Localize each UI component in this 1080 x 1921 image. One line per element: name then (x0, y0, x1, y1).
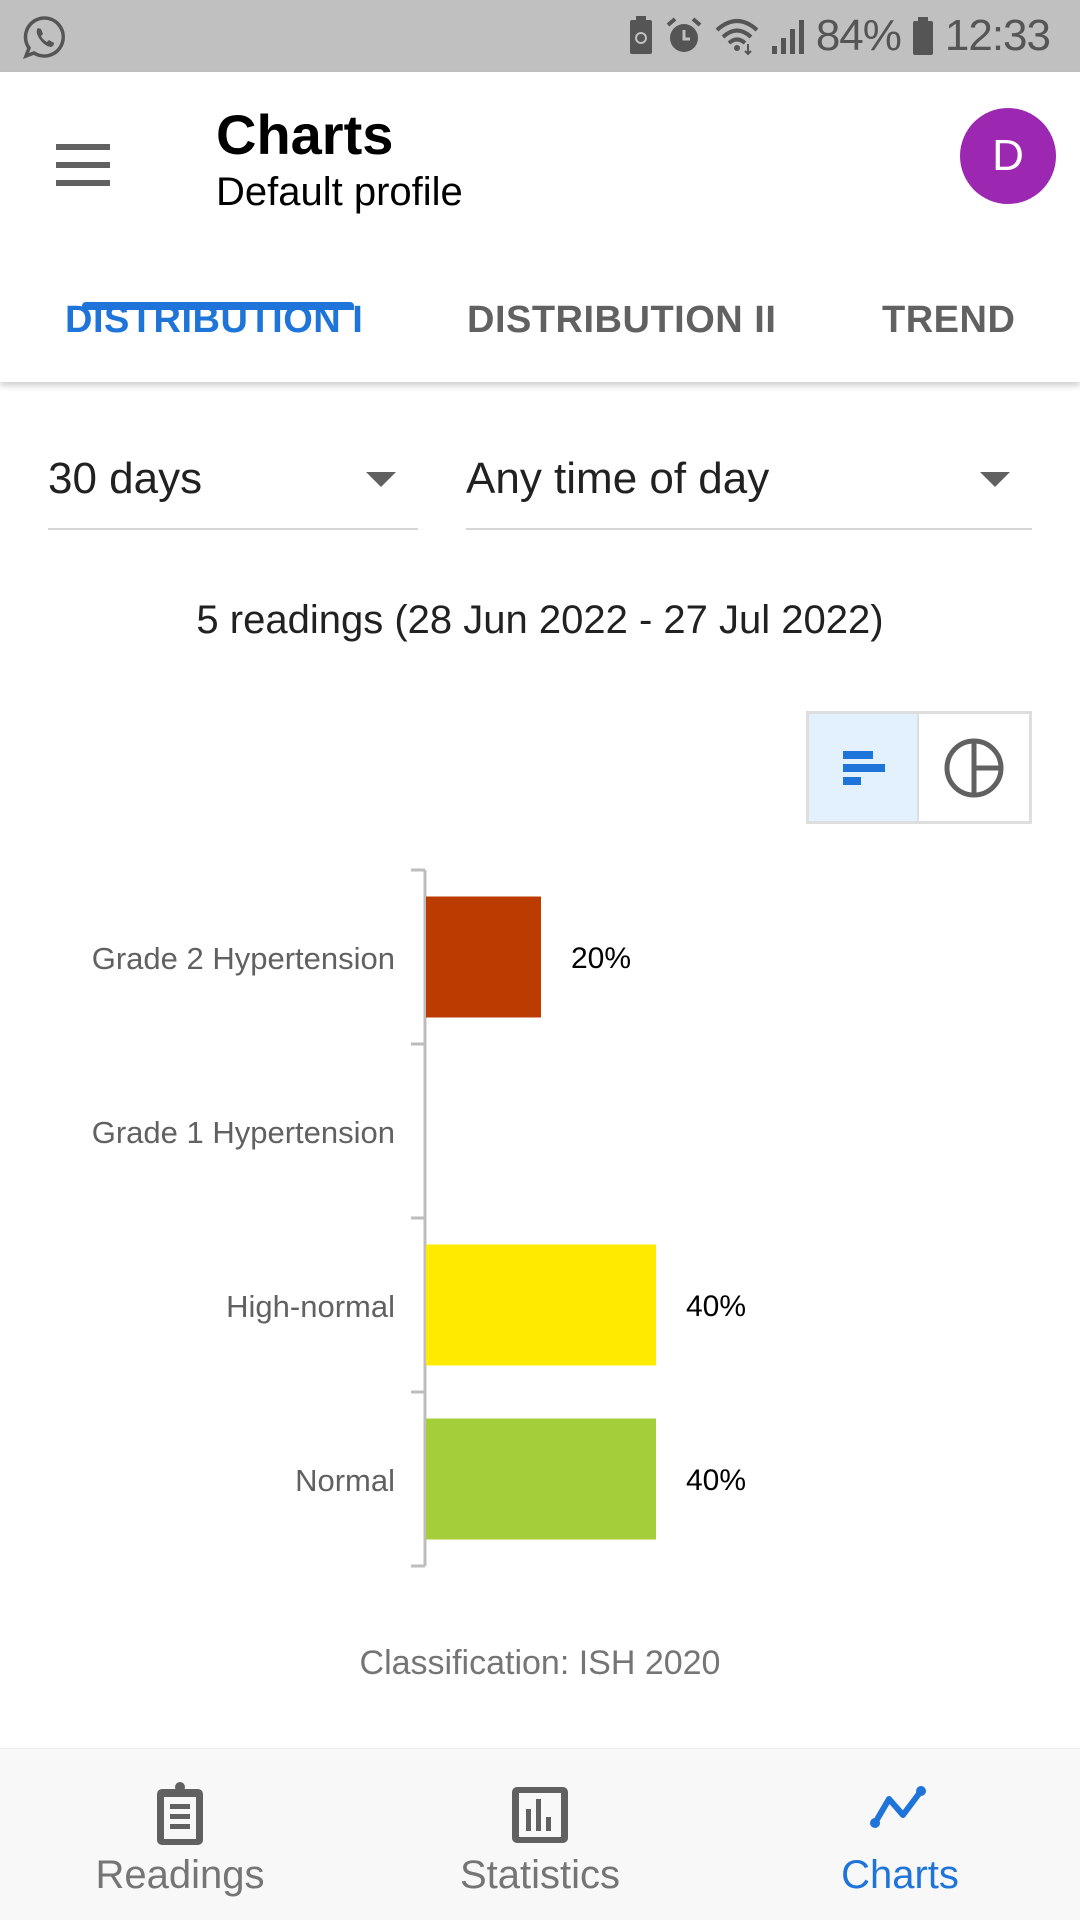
nav-charts-label: Charts (841, 1853, 959, 1897)
battery-percent: 84% (815, 11, 902, 60)
alarm-icon (666, 17, 702, 52)
chart-view-toggle (806, 711, 1032, 824)
dropdown-arrow-icon (980, 472, 1010, 487)
nav-statistics[interactable]: Statistics (360, 1749, 720, 1921)
bottom-navigation: Readings Statistics Charts (0, 1748, 1080, 1920)
bar-view-button[interactable] (809, 714, 919, 821)
time-of-day-select[interactable]: Any time of day (466, 440, 1032, 530)
tab-trend[interactable]: TREND (882, 207, 1015, 341)
signal-icon (771, 20, 804, 54)
battery-icon (912, 17, 933, 55)
category-label: High-normal (226, 1289, 395, 1324)
value-label: 20% (571, 942, 631, 975)
bar (426, 896, 541, 1018)
bar-chart-icon (512, 1787, 568, 1843)
nav-readings-label: Readings (95, 1853, 265, 1897)
active-tab-indicator (82, 302, 354, 310)
value-label: 40% (686, 1290, 746, 1323)
value-label: 40% (686, 1464, 746, 1497)
period-value: 30 days (48, 454, 203, 503)
nav-readings[interactable]: Readings (0, 1749, 360, 1921)
time-of-day-value: Any time of day (466, 454, 770, 503)
avatar[interactable]: D (960, 108, 1056, 204)
tab-distribution-2[interactable]: DISTRIBUTION II (467, 207, 776, 341)
line-chart-icon (870, 1786, 926, 1828)
readings-summary: 5 readings (28 Jun 2022 - 27 Jul 2022) (196, 598, 884, 642)
clipboard-icon (157, 1782, 203, 1845)
bar (426, 1418, 656, 1540)
category-label: Normal (295, 1463, 395, 1498)
category-label: Grade 1 Hypertension (92, 1115, 395, 1150)
wifi-icon (715, 19, 759, 56)
tab-bar: DISTRIBUTION I DISTRIBUTION II TREND (0, 267, 1080, 382)
distribution-bar-chart: Grade 2 Hypertension 20% Grade 1 Hypertens… (92, 868, 746, 1568)
status-bar: 84% 12:33 (0, 0, 1080, 72)
period-select[interactable]: 30 days (48, 440, 418, 530)
pie-chart-icon (944, 738, 1004, 798)
page-title: Charts (216, 103, 394, 166)
whatsapp-icon (23, 16, 65, 59)
battery-saver-icon (629, 16, 652, 54)
menu-button[interactable] (48, 132, 118, 192)
nav-statistics-label: Statistics (459, 1853, 621, 1897)
classification-note: Classification: ISH 2020 (359, 1644, 721, 1682)
pie-view-button[interactable] (919, 714, 1029, 821)
clock: 12:33 (944, 11, 1051, 60)
dropdown-arrow-icon (366, 472, 396, 487)
horizontal-bar-chart-icon (843, 751, 885, 785)
bar (426, 1244, 656, 1366)
menu-icon (56, 144, 110, 150)
app-bar: Charts Default profile D DISTRIBUTION I … (0, 72, 1080, 382)
category-label: Grade 2 Hypertension (92, 941, 395, 976)
nav-charts[interactable]: Charts (720, 1749, 1080, 1921)
